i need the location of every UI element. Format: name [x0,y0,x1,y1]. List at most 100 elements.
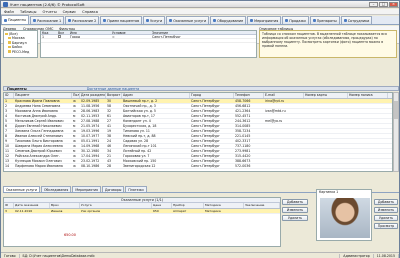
patients-column-header[interactable]: Адрес [122,93,190,98]
tab-schedule-2[interactable]: Расписание 2 [65,16,100,24]
tab-drugs[interactable]: Препараты [309,16,340,24]
menu-file[interactable]: Файл [1,10,17,14]
table-cell: Костиков Дмитрий Андр. [15,114,58,118]
subtab-examinations[interactable]: Обследования [41,186,72,192]
services-column-header[interactable]: Прибор [172,203,204,208]
table-row[interactable]: 3 02.11.2016 Иванов Узи органов 650 Аппарат Ме… [4,209,280,214]
close-button[interactable]: × [389,1,398,7]
category-tree: (Все) Москва Барнаул Бийск РЕСО-Мед [3,30,38,58]
tab-sales[interactable]: Продажи [282,16,309,24]
table-cell: Балтийская ул. д. 5 [123,109,156,113]
table-cell: ж [73,154,76,158]
minimize-button[interactable]: – [369,1,378,7]
checkbox[interactable] [58,35,61,38]
services-column-header[interactable]: Врач [50,203,80,208]
table-cell: 7 [5,129,8,133]
table-cell: 21.05.1974 [81,124,100,128]
services-column-header[interactable]: Заключение [244,203,280,208]
tab-staff[interactable]: Сотрудники [340,16,373,24]
edit-photo-button[interactable]: Изменить [374,207,398,213]
services-column-header[interactable]: Методика [204,203,244,208]
delete-service-button[interactable]: Удалить [282,215,308,221]
services-column-header[interactable]: Цена [152,203,172,208]
patients-table: ID Пациент Пол Дата рождения Возраст Адрес Гор… [3,92,393,172]
table-cell: м [73,149,76,153]
services-column-header[interactable]: ID [4,203,14,208]
menu-help[interactable]: Справка [79,10,101,14]
table-cell: Садовая ул. 28 [123,139,149,143]
add-photo-button[interactable]: Добавить [374,199,398,205]
tab-events[interactable]: Мероприятия [247,16,282,24]
patients-column-header[interactable]: Возраст [106,93,122,98]
add-service-button[interactable]: Добавить [282,199,308,205]
table-cell: 17.04.1994 [81,154,100,158]
patients-column-header[interactable]: Номер карты [304,93,348,98]
table-cell: 402-3317 [235,139,251,143]
table-cell: 9 [5,139,8,143]
patients-column-header[interactable]: ID [4,93,14,98]
menu-service[interactable]: Сервис [60,10,79,14]
table-cell: mel@ya.ru [265,119,283,123]
menu-tables[interactable]: Таблицы [17,10,40,14]
table-cell: 46 [107,144,112,148]
patients-column-header[interactable]: Пациент [14,93,72,98]
table-cell: Ленинский пр-т 101 [123,144,157,148]
menu-reports[interactable]: Отчеты [39,10,59,14]
alt-data-link[interactable]: Dостатные данные пациента [87,87,140,91]
filter-row[interactable] [41,39,256,43]
patients-column-header[interactable]: Пол [72,93,80,98]
tab-patients[interactable]: Пациенты [1,15,30,24]
tab-equipment[interactable]: Оборудование [210,16,247,24]
maximize-button[interactable]: □ [379,1,388,7]
tree-item[interactable]: РЕСО-Мед [5,50,36,54]
subtab-payments[interactable]: Платежи [125,186,147,192]
patients-column-header[interactable]: E-mail [264,93,304,98]
patients-column-header[interactable]: Телефон [234,93,264,98]
table-cell: Парфенова Мария Ивановна [15,164,63,168]
table-cell: Семенов Дмитрий Юрьевич [15,149,62,153]
table-cell: irina@rpt.ru [265,99,285,103]
subtab-events[interactable]: Мероприятия [72,186,101,192]
services-total: 650.00 [64,233,76,237]
table-cell: м [73,114,76,118]
patients-column-header[interactable]: Дата рождения [80,93,106,98]
table-cell: 19 [107,129,112,133]
patients-header: Пациенты Dостатные данные пациента [3,86,399,91]
services-column-header[interactable]: Услуга [80,203,152,208]
subtab-services[interactable]: Оказанные услуги [3,186,41,192]
tab-schedule-1[interactable]: Расписание 1 [30,16,65,24]
table-cell: Узи органов [81,209,101,213]
patient-photo [320,198,370,238]
table-cell: Санкт-Петербург [191,164,220,168]
tab-reception[interactable]: Прием пациентов [100,16,143,24]
table-cell: 14 [5,164,10,168]
patients-column-header[interactable]: Город [190,93,234,98]
tab-services[interactable]: Услуги [143,16,166,24]
subtab-contracts[interactable]: Договоры [101,186,125,192]
table-cell: ж [73,99,76,103]
patients-scrollbar[interactable] [393,92,399,172]
table-cell: Невский пр-т, д. 88 [123,134,156,138]
services-column-header[interactable]: Дата оказания [14,203,50,208]
table-cell: 10.07.1977 [81,134,100,138]
app-window: Учет пациентов (2.6/6) © ProtocolSoft – … [0,0,400,258]
table-cell: Вишневый пр-т, д. 2 [123,99,158,103]
patients-column-header[interactable]: Номер полиса [348,93,388,98]
table-cell: 27 [107,119,112,123]
table-cell: ж [73,144,76,148]
tab-rendered-services[interactable]: Оказанные услуги [166,16,210,24]
calendar-icon [33,19,37,22]
folder-icon [8,41,11,44]
table-cell: Литейный пр. 42 [123,149,152,153]
table-cell: 458-7066 [235,99,251,103]
table-cell: м [73,159,76,163]
view-photo-button[interactable]: Просмотр [374,223,398,229]
delete-photo-button[interactable]: Удалить [374,215,398,221]
sales-icon [285,19,289,22]
table-row[interactable]: 14 Парфенова Мария Ивановна ж 08.10.1986 28 З… [4,164,392,169]
edit-service-button[interactable]: Изменить [282,207,308,213]
services-table: Оказанные услуги (1/1) ID Дата оказания Вр… [3,197,281,247]
scroll-thumb[interactable] [394,101,398,119]
table-cell: Москвина Анна Ивановна [15,109,58,113]
table-cell: ж [73,139,76,143]
